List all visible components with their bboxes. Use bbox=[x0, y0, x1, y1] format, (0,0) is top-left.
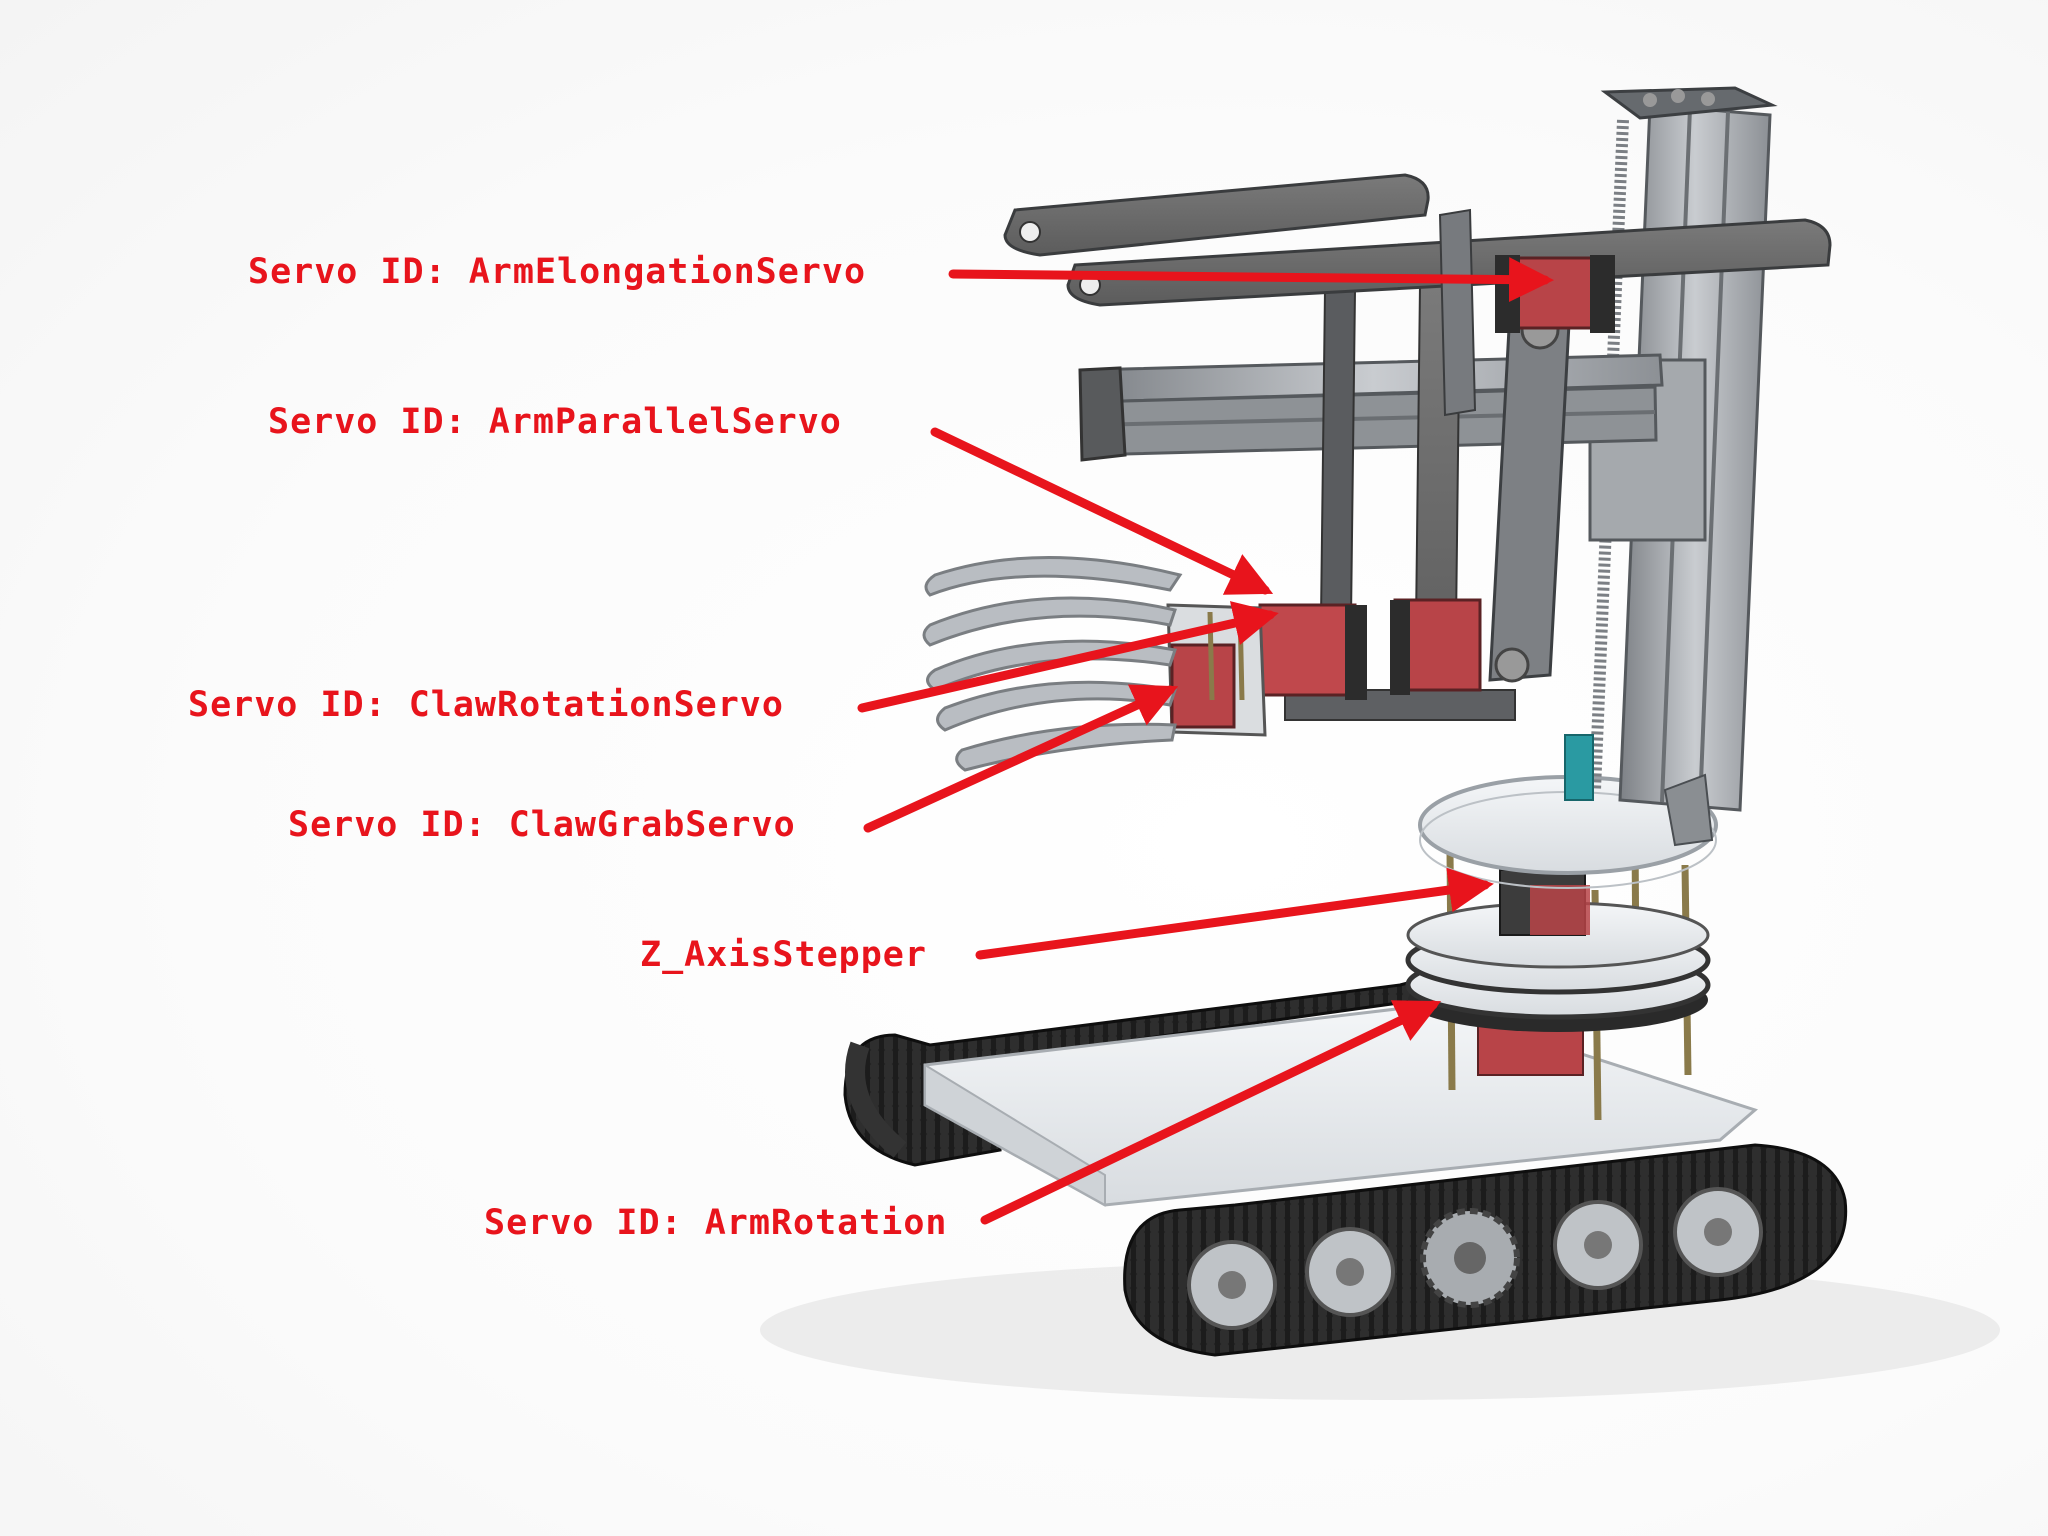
claw-rotation-servo bbox=[1258, 603, 1357, 697]
shaft-coupler bbox=[1564, 734, 1594, 801]
label-arm-parallel-servo: Servo ID: ArmParallelServo bbox=[268, 402, 842, 442]
arrow-claw-grab bbox=[863, 684, 1179, 833]
label-claw-rotation-servo: Servo ID: ClawRotationServo bbox=[188, 685, 784, 725]
label-arm-elongation-servo: Servo ID: ArmElongationServo bbox=[248, 252, 867, 292]
arm-end-block bbox=[1078, 366, 1127, 462]
vertical-column bbox=[1564, 86, 1778, 847]
claw-finger bbox=[924, 556, 1183, 597]
label-arm-rotation-servo: Servo ID: ArmRotation bbox=[484, 1203, 948, 1243]
rotating-base bbox=[1405, 775, 1718, 1121]
label-z-axis-stepper: Z_AxisStepper bbox=[640, 935, 927, 975]
claw-finger bbox=[922, 596, 1177, 647]
claw-finger bbox=[955, 722, 1177, 772]
robot-diagram bbox=[760, 86, 2000, 1400]
arrow-z-axis bbox=[975, 867, 1494, 960]
claw-grab-servo bbox=[1170, 643, 1236, 729]
label-claw-grab-servo: Servo ID: ClawGrabServo bbox=[288, 805, 796, 845]
upper-link bbox=[1003, 173, 1430, 257]
arrow-arm-elongation bbox=[948, 257, 1554, 303]
